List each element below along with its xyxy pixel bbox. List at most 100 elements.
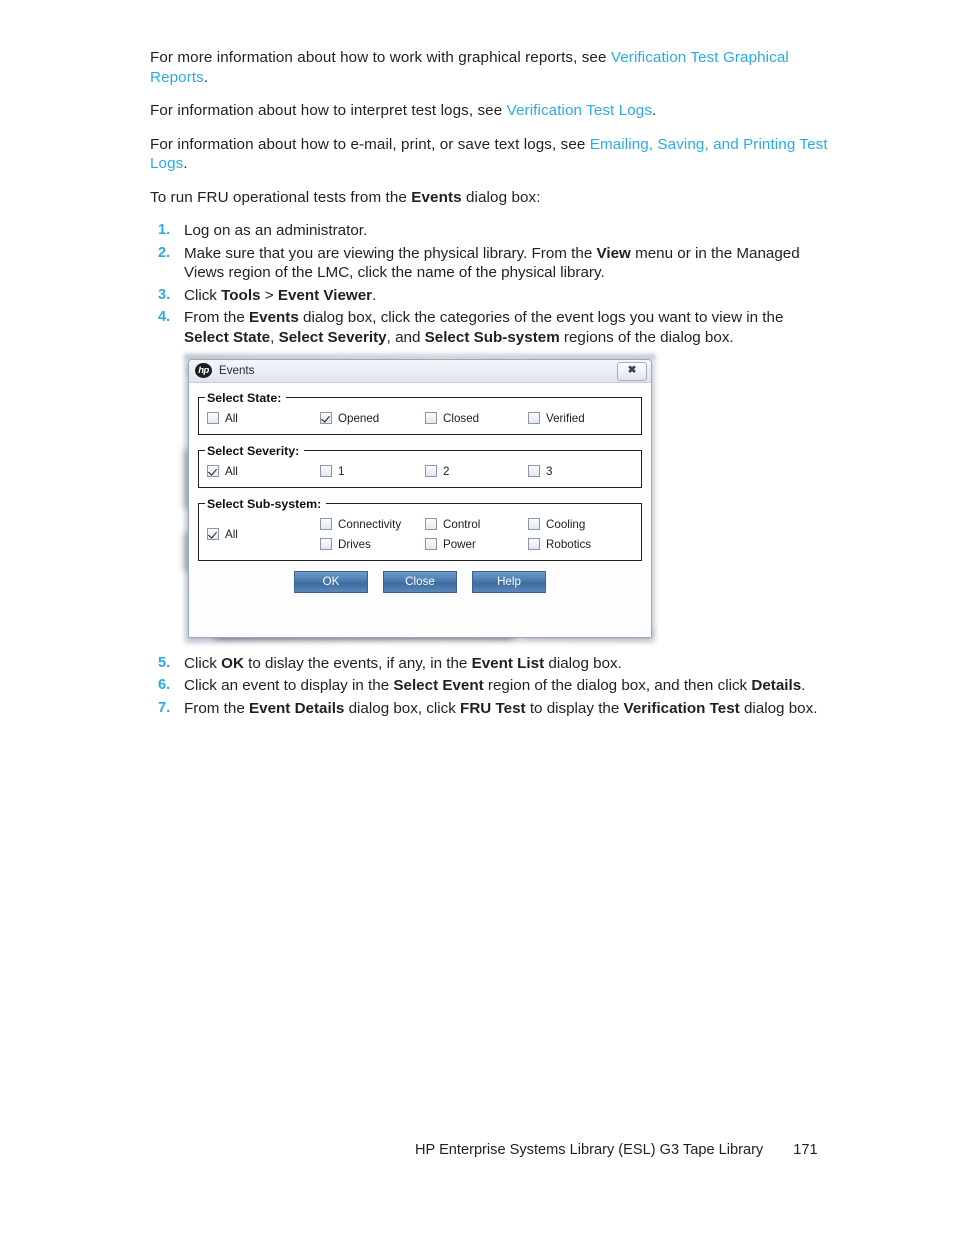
procedure-step: 5. Click OK to dislay the events, if any,… xyxy=(150,654,830,674)
checkbox-icon[interactable] xyxy=(320,538,332,551)
checkbox-select-severity-2[interactable]: 2 xyxy=(425,465,528,478)
checkbox-select-state-opened[interactable]: Opened xyxy=(320,412,425,425)
checkbox-icon[interactable] xyxy=(528,538,540,551)
checkbox-icon[interactable] xyxy=(425,518,437,531)
footer-inner: HP Enterprise Systems Library (ESL) G3 T… xyxy=(415,1142,954,1158)
checkbox-label: Opened xyxy=(338,411,380,425)
body-text: region of the dialog box, and then click xyxy=(483,677,752,695)
checkbox-icon[interactable] xyxy=(207,528,219,541)
checkbox-icon[interactable] xyxy=(425,538,437,551)
paragraph-graphical-reports: For more information about how to work w… xyxy=(150,48,830,87)
checkbox-icon[interactable] xyxy=(207,412,219,425)
checkbox-label: 2 xyxy=(443,464,450,478)
checkbox-icon[interactable] xyxy=(528,465,540,478)
checkbox-power[interactable]: Power xyxy=(425,538,528,551)
body-text: . xyxy=(372,286,377,304)
body-text: to dislay the events, if any, in the xyxy=(243,654,472,672)
checkbox-label: All xyxy=(225,527,238,541)
checkbox-icon[interactable] xyxy=(425,412,437,425)
checkbox-icon[interactable] xyxy=(528,412,540,425)
body-text: To run FRU operational tests from the xyxy=(150,188,412,206)
checkbox-select-severity-3[interactable]: 3 xyxy=(528,465,552,478)
procedure-steps-1-4: 1. Log on as an administrator. 2. Make sure… xyxy=(150,221,830,348)
emphasis-text: Details xyxy=(751,677,802,695)
cross-reference-link[interactable]: Verification Test Logs xyxy=(507,102,652,119)
checkbox-icon[interactable] xyxy=(425,465,437,478)
body-text: For information about how to e-mail, pri… xyxy=(150,135,590,153)
group-legend: Select Severity: xyxy=(207,443,300,458)
checkbox-label: Connectivity xyxy=(338,517,402,531)
step-number: 7. xyxy=(158,699,171,716)
body-text: . xyxy=(801,677,806,695)
checkbox-label: 1 xyxy=(338,464,345,478)
checkbox-icon[interactable] xyxy=(320,518,332,531)
checkbox-select-severity-1[interactable]: 1 xyxy=(320,465,425,478)
checkbox-select-severity-all[interactable]: All xyxy=(207,465,320,478)
checkbox-drives[interactable]: Drives xyxy=(320,538,425,551)
checkbox-icon[interactable] xyxy=(207,465,219,478)
paragraph-emailing-logs: For information about how to e-mail, pri… xyxy=(150,135,830,174)
page-number: 171 xyxy=(793,1142,818,1158)
emphasis-text: OK xyxy=(221,654,244,672)
emphasis-text: Select State xyxy=(184,328,271,346)
dialog-title: Events xyxy=(219,364,255,378)
body-text: dialog box. xyxy=(544,654,622,672)
checkbox-connectivity[interactable]: Connectivity xyxy=(320,518,425,531)
emphasis-text: Event List xyxy=(471,654,545,672)
emphasis-text: Select Sub-system xyxy=(424,328,560,346)
checkbox-label: Verified xyxy=(546,411,585,425)
body-text: regions of the dialog box. xyxy=(559,328,734,346)
body-text: For more information about how to work w… xyxy=(150,49,611,66)
paragraph-procedure-intro: To run FRU operational tests from the Ev… xyxy=(150,188,830,208)
checkbox-icon[interactable] xyxy=(320,465,332,478)
group-legend: Select Sub-system: xyxy=(207,496,322,511)
dialog-title-bar: hp Events ✖ xyxy=(189,359,651,385)
intro-paragraphs: For more information about how to work w… xyxy=(150,48,830,207)
help-button[interactable]: Help xyxy=(472,570,546,593)
checkbox-label: Power xyxy=(443,537,476,551)
subsystem-options-grid: Connectivity Control Cooling Drives Power Rob… xyxy=(320,518,591,551)
ok-button[interactable]: OK xyxy=(294,570,368,593)
checkbox-icon[interactable] xyxy=(528,518,540,531)
close-button[interactable]: Close xyxy=(383,570,457,593)
close-icon[interactable]: ✖ xyxy=(617,361,647,381)
step-number: 2. xyxy=(158,244,171,261)
checkbox-control[interactable]: Control xyxy=(425,518,528,531)
checkbox-select-state-closed[interactable]: Closed xyxy=(425,412,528,425)
blurred-title-artifact xyxy=(264,373,276,385)
page-footer: HP Enterprise Systems Library (ESL) G3 T… xyxy=(0,1142,954,1158)
subsystem-layout: All Connectivity Control Cooling Drives Power… xyxy=(207,518,633,551)
checkbox-label: All xyxy=(225,464,238,478)
procedure-step: 1. Log on as an administrator. xyxy=(150,221,830,241)
checkbox-label: Cooling xyxy=(546,517,586,531)
emphasis-text: Event Viewer xyxy=(277,286,373,304)
paragraph-test-logs: For information about how to interpret t… xyxy=(150,101,830,121)
checkbox-cooling[interactable]: Cooling xyxy=(528,518,591,531)
options-row: All 1 2 3 xyxy=(207,465,633,478)
body-text: dialog box: xyxy=(461,188,541,206)
body-text: dialog box. xyxy=(739,699,818,717)
body-text: Click xyxy=(184,286,222,304)
step-text: From the Events dialog box, click the ca… xyxy=(184,309,783,346)
checkbox-icon[interactable] xyxy=(320,412,332,425)
step-text: Log on as an administrator. xyxy=(184,222,367,239)
checkbox-robotics[interactable]: Robotics xyxy=(528,538,591,551)
emphasis-text: View xyxy=(596,244,631,262)
checkbox-select-subsystem-all[interactable]: All xyxy=(207,528,238,541)
subsystem-all-column: All xyxy=(207,528,320,541)
checkbox-label: Closed xyxy=(443,411,480,425)
checkbox-label: 3 xyxy=(546,464,553,478)
blurred-title-artifact xyxy=(519,371,543,383)
step-number: 6. xyxy=(158,677,171,694)
body-text: . xyxy=(183,155,188,172)
options-row: All Opened Closed Verified xyxy=(207,412,633,425)
dialog-button-row: OK Close Help xyxy=(198,570,642,593)
checkbox-label: Drives xyxy=(338,537,371,551)
dialog-body: Select State: All Opened Closed Verified Sele… xyxy=(189,382,651,637)
group-content: All Connectivity Control Cooling Drives Power… xyxy=(199,511,641,560)
footer-title: HP Enterprise Systems Library (ESL) G3 T… xyxy=(415,1142,764,1158)
step-text: Click OK to dislay the events, if any, i… xyxy=(184,655,622,672)
checkbox-select-state-all[interactable]: All xyxy=(207,412,320,425)
group-select-severity: Select Severity: All 1 2 3 xyxy=(198,443,642,488)
checkbox-select-state-verified[interactable]: Verified xyxy=(528,412,585,425)
